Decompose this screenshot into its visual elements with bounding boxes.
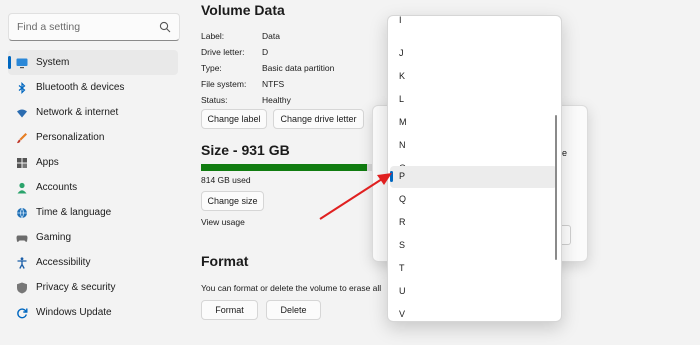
annotation-arrow	[319, 173, 392, 220]
